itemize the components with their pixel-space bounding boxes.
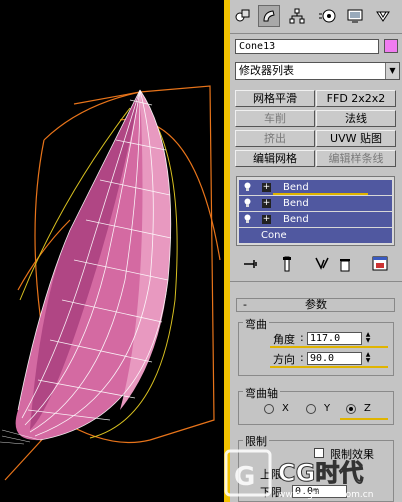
uvw-map-button[interactable]: UVW 贴图 (316, 130, 396, 147)
extrude-button[interactable]: 挤出 (235, 130, 315, 147)
modifier-list-dropdown[interactable]: 修改器列表 ▼ (235, 62, 400, 80)
object-color-swatch[interactable] (384, 39, 398, 53)
normal-button[interactable]: 法线 (316, 110, 396, 127)
hierarchy-icon[interactable] (286, 5, 308, 27)
bent-cone-wireframe (0, 85, 221, 481)
watermark-title: CG时代 (278, 459, 363, 487)
lightbulb-icon[interactable] (244, 182, 251, 192)
display-icon[interactable] (344, 5, 366, 27)
lathe-button[interactable]: 车削 (235, 110, 315, 127)
axis-x-radio[interactable] (264, 404, 274, 414)
bend-axis-title: 弯曲轴 (243, 385, 280, 401)
modifier-stack[interactable]: + Bend + Bend + Bend Cone (236, 176, 395, 246)
bend-group-title: 弯曲 (243, 316, 269, 332)
expand-icon[interactable]: + (262, 215, 271, 224)
modifier-list-label: 修改器列表 (239, 64, 294, 77)
utilities-icon[interactable] (372, 5, 394, 27)
chevron-down-icon: ▼ (385, 63, 399, 79)
command-panel-tabs (230, 0, 402, 34)
annotation-underline (340, 418, 388, 420)
cgtimes-watermark: G CG时代 www.cgtimes.com.cn (224, 445, 402, 502)
svg-text:G: G (234, 462, 255, 492)
angle-label: 角度 (273, 333, 295, 346)
direction-input[interactable]: 90.0 (307, 352, 362, 365)
meshsmooth-button[interactable]: 网格平滑 (235, 90, 315, 107)
stack-item-bend-3[interactable]: + Bend (239, 212, 392, 227)
parameters-rollout-header[interactable]: - 参数 (236, 298, 395, 312)
configure-sets-icon[interactable] (372, 256, 390, 272)
motion-icon[interactable] (316, 5, 338, 27)
annotation-underline (270, 346, 388, 348)
perspective-viewport[interactable] (0, 0, 226, 502)
annotation-underline (273, 193, 368, 195)
pin-stack-icon[interactable] (242, 256, 260, 272)
annotation-underline (270, 366, 388, 368)
angle-input[interactable]: 117.0 (307, 332, 362, 345)
direction-label: 方向 (273, 353, 295, 366)
command-panel: Cone13 修改器列表 ▼ 网格平滑 FFD 2x2x2 车削 法线 挤出 U… (230, 0, 402, 502)
direction-spinner[interactable]: ▲ ▼ (364, 352, 372, 365)
lightbulb-icon[interactable] (244, 214, 251, 224)
lightbulb-icon[interactable] (244, 198, 251, 208)
ffd-button[interactable]: FFD 2x2x2 (316, 90, 396, 107)
stack-toolbar (230, 252, 402, 274)
show-end-result-icon[interactable] (278, 256, 296, 272)
expand-icon[interactable]: + (262, 199, 271, 208)
stack-item-bend-2[interactable]: + Bend (239, 196, 392, 211)
remove-modifier-icon[interactable] (336, 256, 354, 272)
watermark-url: www.cgtimes.com.cn (278, 490, 373, 500)
stack-item-cone[interactable]: Cone (239, 228, 392, 243)
expand-icon[interactable]: + (262, 183, 271, 192)
angle-spinner[interactable]: ▲ ▼ (364, 332, 372, 345)
edit-mesh-button[interactable]: 编辑网格 (235, 150, 315, 167)
axis-z-radio[interactable] (346, 404, 356, 414)
edit-spline-button[interactable]: 编辑样条线 (316, 150, 396, 167)
create-icon[interactable] (232, 5, 254, 27)
modify-icon[interactable] (258, 5, 280, 27)
object-name-field[interactable]: Cone13 (235, 39, 379, 54)
make-unique-icon[interactable] (314, 256, 332, 272)
divider (230, 281, 402, 282)
axis-y-radio[interactable] (306, 404, 316, 414)
